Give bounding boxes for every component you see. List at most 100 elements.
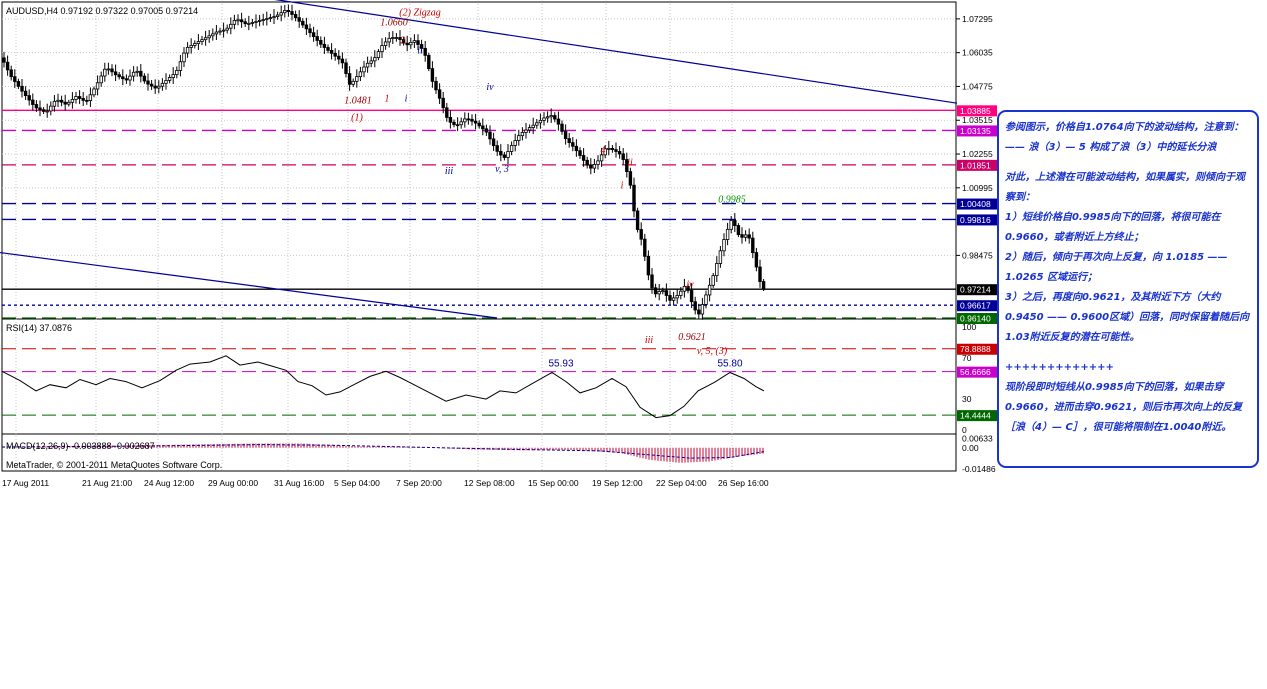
candle-bull	[351, 80, 355, 85]
candle-bull	[355, 76, 359, 82]
candle-bear	[430, 68, 435, 82]
candle-bull	[412, 40, 417, 43]
candle-bear	[146, 80, 150, 85]
candle-bear	[434, 80, 438, 91]
candle-bear	[77, 96, 82, 99]
candle-bear	[650, 274, 654, 289]
candle-bull	[250, 21, 255, 24]
candle-bull	[160, 82, 165, 87]
rsi-annotation: 55.93	[548, 358, 573, 369]
price-axis: 1.038851.031351.018511.004080.998160.972…	[956, 14, 997, 324]
candle-bull	[358, 71, 363, 78]
candle-bear	[121, 76, 125, 80]
wave-label: 4	[601, 145, 606, 156]
price-tick-label: 1.04775	[962, 81, 993, 91]
candle-bear	[437, 89, 442, 99]
candle-bull	[394, 37, 399, 39]
candle-bear	[455, 124, 460, 127]
candle-bull	[135, 70, 139, 73]
macd-label: MACD(12,26,9) -0.003888 -0.002687	[6, 441, 155, 451]
candle-bear	[466, 118, 471, 121]
candle-bull	[196, 41, 201, 44]
candle-bear	[423, 47, 427, 56]
candle-bear	[614, 149, 618, 152]
candle-bear	[668, 295, 672, 301]
candle-bull	[272, 16, 276, 19]
candle-bull	[185, 46, 190, 54]
candle-bull	[207, 35, 211, 39]
candle-bear	[751, 237, 755, 253]
candle-bear	[16, 81, 21, 87]
candle-bear	[59, 99, 64, 103]
candle-bull	[743, 234, 748, 238]
candle-bull	[362, 66, 366, 73]
candle-bull	[506, 151, 510, 158]
candle-bull	[218, 30, 222, 33]
candle-bull	[679, 290, 683, 296]
candle-bear	[470, 118, 474, 122]
wave-label: 0.9621	[678, 332, 706, 343]
candle-bear	[473, 120, 478, 124]
trendlines	[0, 0, 958, 319]
candle-bull	[178, 61, 183, 71]
candle-bull	[221, 29, 226, 32]
candle-bull	[383, 41, 388, 46]
time-tick-label: 15 Sep 00:00	[528, 478, 579, 488]
candle-bull	[704, 294, 708, 305]
candle-bear	[445, 107, 449, 118]
candle-bull	[229, 23, 233, 29]
wave-label: ii	[627, 158, 633, 169]
wave-label: 1.0481	[344, 96, 372, 107]
candle-bear	[286, 10, 291, 12]
candle-bull	[520, 132, 525, 137]
candle-bull	[722, 239, 726, 252]
candle-bull	[545, 116, 550, 119]
candle-bull	[225, 27, 229, 31]
candle-bear	[315, 36, 319, 41]
candle-bull	[531, 124, 535, 129]
wave-label: 2	[401, 36, 406, 47]
candle-bear	[38, 107, 42, 111]
candle-bull	[715, 263, 719, 277]
rsi-level-value: 14.4444	[960, 411, 991, 421]
note-gap	[1005, 158, 1252, 168]
candle-bear	[643, 238, 647, 257]
trendline	[0, 251, 498, 319]
price-level-value: 0.96140	[960, 314, 991, 324]
candle-bear	[297, 17, 301, 22]
wave-labels: 1.0764(2) Zigzag1.06602ii1i1.0481(1)ivii…	[279, 0, 746, 357]
candle-bull	[283, 10, 287, 14]
candle-bull	[214, 31, 219, 35]
price-level-value: 0.99816	[960, 215, 991, 225]
candle-bear	[308, 28, 312, 34]
wave-label: v, 3	[495, 164, 509, 175]
note-paragraph-4: 2）随后，倾向于再次向上反复，向 1.0185 —— 1.0265 区域运行；	[1005, 252, 1228, 283]
rsi-annotation: 55.80	[717, 359, 742, 370]
candle-bull	[682, 285, 687, 292]
candle-bear	[5, 61, 10, 71]
candle-bull	[131, 71, 136, 77]
candle-bear	[85, 99, 89, 102]
time-tick-label: 17 Aug 2011	[2, 478, 49, 488]
candle-bear	[563, 130, 568, 140]
candle-bull	[538, 119, 543, 124]
candle-bear	[628, 171, 633, 186]
rsi-level-value: 56.6666	[960, 367, 991, 377]
copyright: MetaTrader, © 2001-2011 MetaQuotes Softw…	[6, 460, 222, 470]
candle-bear	[639, 229, 643, 240]
wave-label: iii	[445, 166, 454, 177]
candle-bull	[88, 94, 93, 101]
candle-bear	[311, 32, 316, 37]
candle-bear	[20, 85, 24, 92]
candle-bear	[589, 164, 593, 169]
wave-label: iv	[686, 280, 694, 291]
candle-bull	[232, 20, 237, 25]
candle-bull	[661, 290, 665, 293]
candle-bear	[448, 117, 453, 123]
candle-bull	[542, 117, 546, 121]
candle-bear	[333, 52, 337, 57]
price-level-value: 0.96617	[960, 301, 991, 311]
candle-bear	[747, 234, 751, 239]
candle-bear	[124, 78, 129, 81]
candle-bear	[574, 145, 579, 152]
